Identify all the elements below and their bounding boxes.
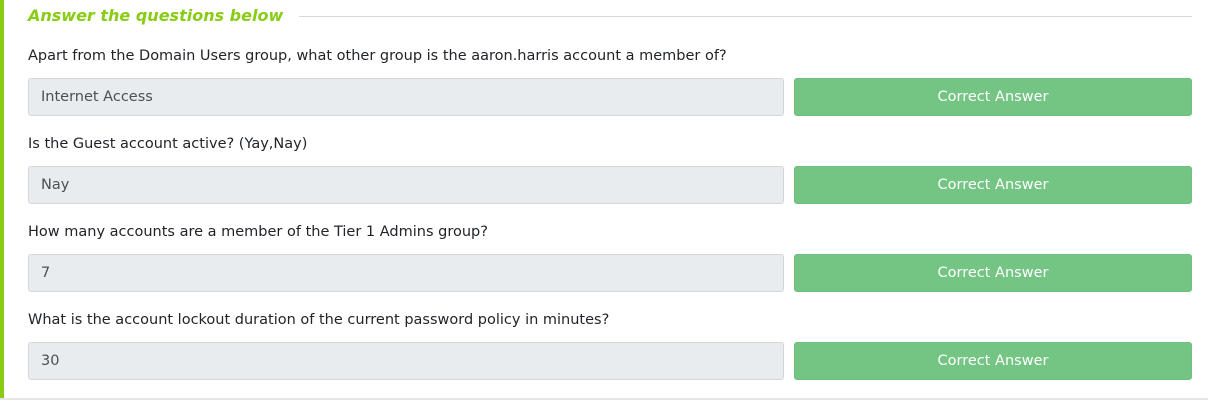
question-item: Is the Guest account active? (Yay,Nay) N… <box>28 133 1192 221</box>
answer-field[interactable]: 30 <box>28 342 784 380</box>
answer-field[interactable]: 7 <box>28 254 784 292</box>
section-title: Answer the questions below <box>28 5 284 25</box>
correct-answer-button[interactable]: Correct Answer <box>794 166 1192 204</box>
question-text: What is the account lockout duration of … <box>28 312 610 328</box>
question-item: Apart from the Domain Users group, what … <box>28 45 1192 133</box>
section-header: Answer the questions below <box>28 4 1192 26</box>
answer-field[interactable]: Internet Access <box>28 78 784 116</box>
questions-panel: Answer the questions below Apart from th… <box>0 0 1208 400</box>
answer-field[interactable]: Nay <box>28 166 784 204</box>
header-divider <box>299 15 1192 17</box>
question-text: Apart from the Domain Users group, what … <box>28 48 727 64</box>
question-text: How many accounts are a member of the Ti… <box>28 224 488 240</box>
correct-answer-button[interactable]: Correct Answer <box>794 342 1192 380</box>
correct-answer-button[interactable]: Correct Answer <box>794 78 1192 116</box>
question-item: How many accounts are a member of the Ti… <box>28 221 1192 309</box>
correct-answer-button[interactable]: Correct Answer <box>794 254 1192 292</box>
question-text: Is the Guest account active? (Yay,Nay) <box>28 136 308 152</box>
question-item: What is the account lockout duration of … <box>28 309 1192 397</box>
